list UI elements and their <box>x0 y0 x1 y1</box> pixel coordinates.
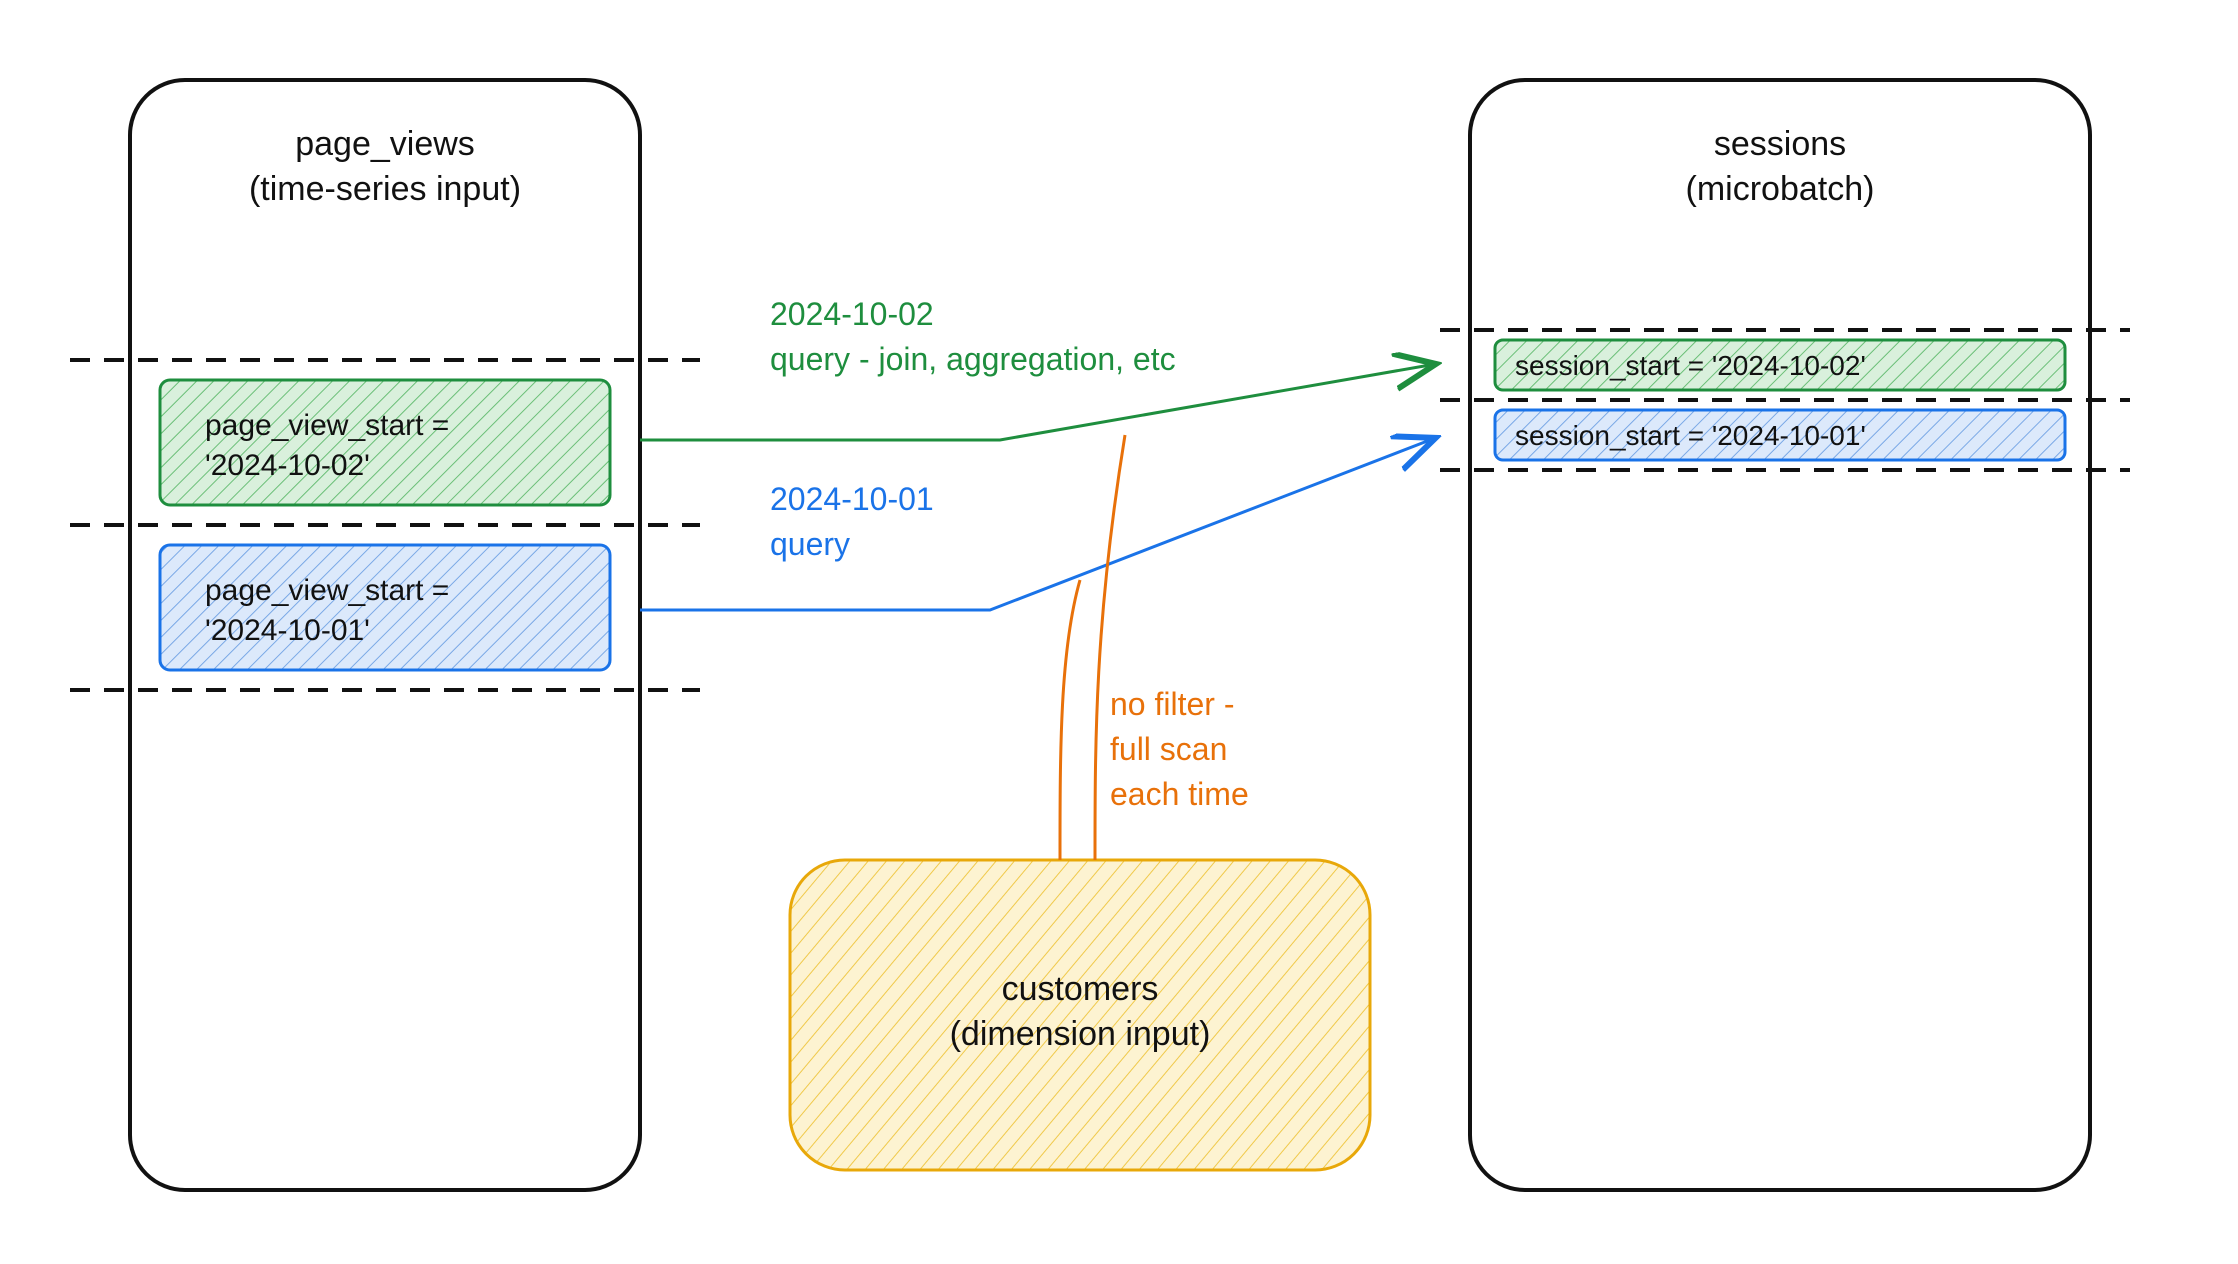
customers-title-1: customers <box>1002 970 1159 1008</box>
sessions-blue-label: session_start = '2024-10-01' <box>1515 420 1866 451</box>
customers-title-2: (dimension input) <box>950 1015 1211 1053</box>
customers-container: customers (dimension input) <box>790 860 1370 1170</box>
page-views-partition-green <box>160 380 610 505</box>
microbatch-diagram: page_views (time-series input) page_view… <box>0 0 2238 1264</box>
sessions-title-1: sessions <box>1714 125 1846 163</box>
annot-orange-1: no filter - <box>1110 686 1234 722</box>
arrow-orange-left <box>1060 580 1080 860</box>
sessions-box <box>1470 80 2090 1190</box>
annot-orange-3: each time <box>1110 776 1249 812</box>
annot-orange-2: full scan <box>1110 731 1227 767</box>
sessions-container: sessions (microbatch) session_start = '2… <box>1440 80 2130 1190</box>
page-views-container: page_views (time-series input) page_view… <box>70 80 700 1190</box>
page-views-partition-blue <box>160 545 610 670</box>
page-views-green-label-2: '2024-10-02' <box>205 449 370 482</box>
page-views-title-1: page_views <box>295 125 475 163</box>
page-views-title-2: (time-series input) <box>249 170 521 208</box>
page-views-green-label-1: page_view_start = <box>205 409 449 442</box>
annot-blue-1: 2024-10-01 <box>770 481 934 517</box>
annot-green-2: query - join, aggregation, etc <box>770 341 1176 377</box>
page-views-blue-label-2: '2024-10-01' <box>205 614 370 647</box>
sessions-green-label: session_start = '2024-10-02' <box>1515 350 1866 381</box>
annot-blue-2: query <box>770 526 850 562</box>
arrow-blue <box>640 440 1430 610</box>
annot-green-1: 2024-10-02 <box>770 296 934 332</box>
page-views-blue-label-1: page_view_start = <box>205 574 449 607</box>
sessions-title-2: (microbatch) <box>1686 170 1875 208</box>
